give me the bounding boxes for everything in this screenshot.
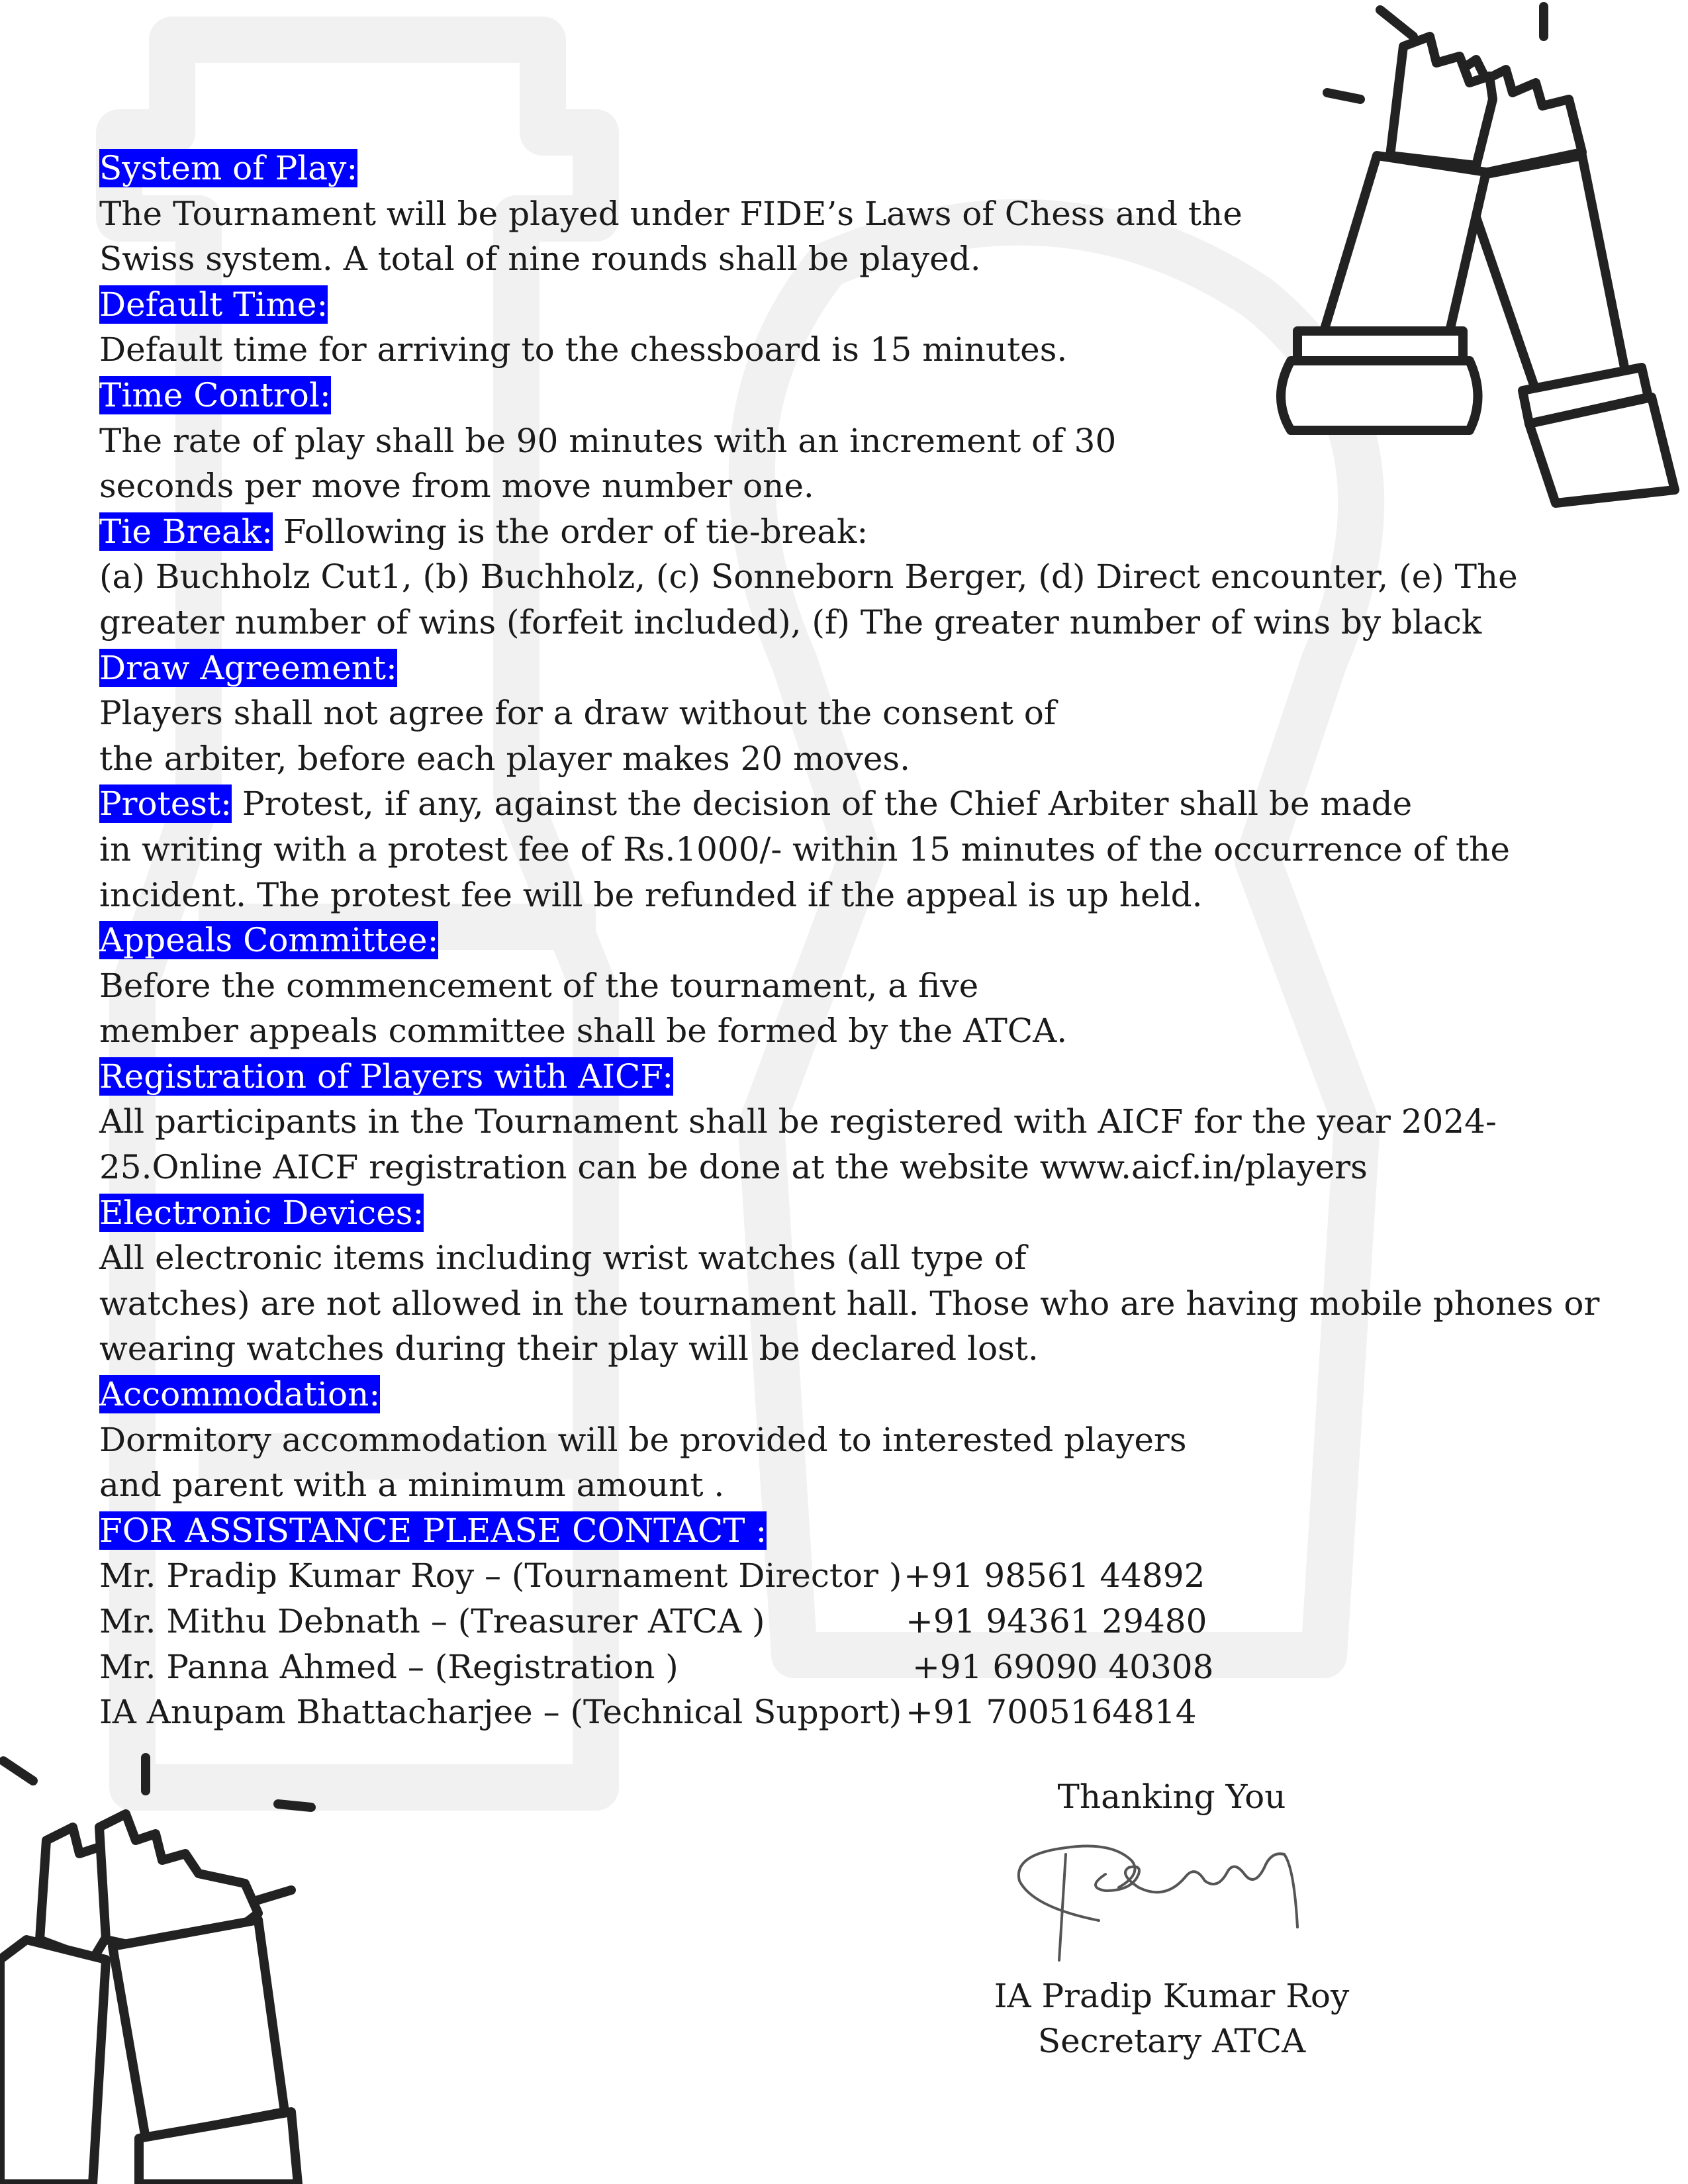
rook-chess-icon <box>0 1753 316 2184</box>
section-system-of-play: System of Play: The Tournament will be p… <box>99 146 1595 282</box>
section-heading: Time Control: <box>99 375 331 414</box>
section-heading: Registration of Players with AICF: <box>99 1057 674 1096</box>
contact-list: Mr. Pradip Kumar Roy – (Tournament Direc… <box>99 1553 1225 1734</box>
signatory-name: IA Pradip Kumar Roy <box>994 1976 1350 2015</box>
section-assistance: FOR ASSISTANCE PLEASE CONTACT : Mr. Prad… <box>99 1508 1595 1735</box>
section-time-control: Time Control: The rate of play shall be … <box>99 373 1595 509</box>
section-electronic-devices: Electronic Devices: All electronic items… <box>99 1190 1600 1372</box>
section-text: All electronic items including wrist wat… <box>99 1239 1027 1278</box>
thanks-text: Thanking You <box>1057 1778 1286 1816</box>
section-heading: Electronic Devices: <box>99 1193 424 1232</box>
contact-name: Mr. Panna Ahmed – (Registration ) <box>99 1647 679 1686</box>
section-text: All participants in the Tournament shall… <box>99 1102 1497 1141</box>
contact-row: IA Anupam Bhattacharjee – (Technical Sup… <box>99 1689 1225 1735</box>
contact-name: Mr. Pradip Kumar Roy – (Tournament Direc… <box>99 1556 902 1595</box>
section-text: The Tournament will be played under FIDE… <box>99 194 1243 233</box>
section-text: The rate of play shall be 90 minutes wit… <box>99 421 1117 460</box>
section-tie-break: Tie Break: Following is the order of tie… <box>99 509 1595 645</box>
contact-phone: +91 98561 44892 <box>904 1556 1205 1595</box>
section-draw-agreement: Draw Agreement: Players shall not agree … <box>99 645 1595 782</box>
section-protest: Protest: Protest, if any, against the de… <box>99 781 1595 918</box>
contact-name: Mr. Mithu Debnath – (Treasurer ATCA ) <box>99 1602 765 1640</box>
section-text: Dormitory accommodation will be provided… <box>99 1420 1187 1459</box>
section-heading: System of Play: <box>99 149 358 187</box>
section-heading: Tie Break: <box>99 512 273 551</box>
section-text: watches) are not allowed in the tourname… <box>99 1284 1600 1323</box>
section-heading: Appeals Committee: <box>99 921 439 960</box>
signatory-title: Secretary ATCA <box>1037 2022 1306 2061</box>
section-text: greater number of wins (forfeit included… <box>99 602 1482 641</box>
section-inline-text: Protest, if any, against the decision of… <box>231 784 1413 824</box>
section-text: (a) Buchholz Cut1, (b) Buchholz, (c) Son… <box>99 557 1518 596</box>
section-text: Players shall not agree for a draw witho… <box>99 694 1056 733</box>
section-text: incident. The protest fee will be refund… <box>99 875 1203 914</box>
contact-row: Mr. Panna Ahmed – (Registration ) +91 69… <box>99 1644 1225 1690</box>
section-text: Before the commencement of the tournamen… <box>99 966 979 1005</box>
contact-name: IA Anupam Bhattacharjee – (Technical Sup… <box>99 1693 902 1732</box>
signature-image <box>1017 1844 1299 1962</box>
contact-row: Mr. Pradip Kumar Roy – (Tournament Direc… <box>99 1553 1225 1599</box>
section-text: Default time for arriving to the chessbo… <box>99 330 1068 369</box>
section-default-time: Default Time: Default time for arriving … <box>99 282 1595 373</box>
contact-row: Mr. Mithu Debnath – (Treasurer ATCA ) +9… <box>99 1599 1225 1644</box>
section-heading: FOR ASSISTANCE PLEASE CONTACT : <box>99 1511 767 1550</box>
closing-block: Thanking You IA Pradip Kumar Roy Secreta… <box>960 1774 1383 2064</box>
section-text: the arbiter, before each player makes 20… <box>99 739 910 778</box>
section-text: member appeals committee shall be formed… <box>99 1012 1068 1051</box>
section-heading: Default Time: <box>99 285 328 324</box>
contact-phone: +91 69090 40308 <box>912 1647 1214 1686</box>
section-appeals-committee: Appeals Committee: Before the commenceme… <box>99 918 1595 1054</box>
section-registration: Registration of Players with AICF: All p… <box>99 1054 1595 1190</box>
section-text: seconds per move from move number one. <box>99 467 814 506</box>
rules-content: System of Play: The Tournament will be p… <box>99 146 1600 1735</box>
section-inline-text: Following is the order of tie-break: <box>273 512 868 551</box>
section-heading: Protest: <box>99 784 232 824</box>
contact-phone: +91 7005164814 <box>906 1693 1197 1732</box>
section-text: 25.Online AICF registration can be done … <box>99 1148 1368 1187</box>
section-text: in writing with a protest fee of Rs.1000… <box>99 830 1510 869</box>
section-heading: Accommodation: <box>99 1375 381 1414</box>
section-text: Swiss system. A total of nine rounds sha… <box>99 240 981 279</box>
section-text: wearing watches during their play will b… <box>99 1329 1039 1368</box>
contact-phone: +91 94361 29480 <box>906 1602 1207 1640</box>
section-heading: Draw Agreement: <box>99 648 397 687</box>
section-text: and parent with a minimum amount . <box>99 1466 725 1505</box>
section-accommodation: Accommodation: Dormitory accommodation w… <box>99 1372 1595 1508</box>
